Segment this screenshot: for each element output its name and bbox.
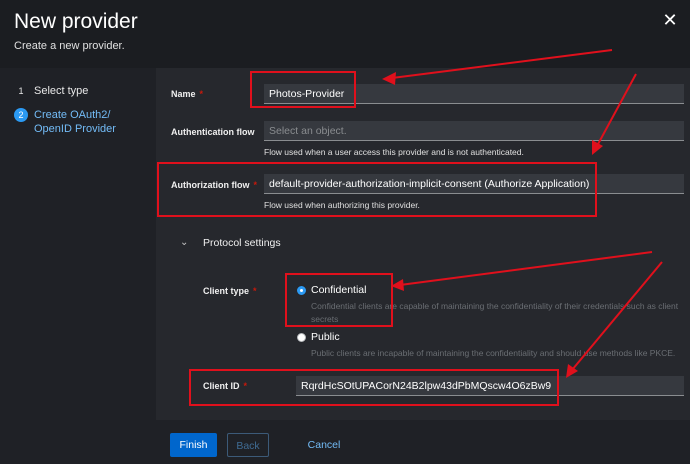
modal-header: New provider Create a new provider. ✕ <box>0 0 690 68</box>
client-type-confidential-radio[interactable] <box>297 286 306 295</box>
client-id-label: Client ID * <box>203 381 248 391</box>
client-type-confidential-description: Confidential clients are capable of main… <box>311 301 679 324</box>
authorization-flow-helper: Flow used when authorizing this provider… <box>264 200 420 210</box>
back-button[interactable]: Back <box>227 433 269 457</box>
authorization-flow-select[interactable]: default-provider-authorization-implicit-… <box>264 174 684 194</box>
name-input[interactable]: Photos-Provider <box>264 84 684 104</box>
finish-button[interactable]: Finish <box>170 433 217 457</box>
client-type-public-description: Public clients are incapable of maintain… <box>311 348 676 358</box>
authentication-flow-helper: Flow used when a user access this provid… <box>264 147 524 157</box>
close-icon[interactable]: ✕ <box>660 10 680 30</box>
authentication-flow-select[interactable]: Select an object. <box>264 121 684 141</box>
client-id-input[interactable]: RqrdHcSOtUPACorN24B2lpw43dPbMQscw4O6zBw9 <box>296 376 684 396</box>
wizard-step-create-provider[interactable]: 2 Create OAuth2/ OpenID Provider <box>14 108 124 136</box>
wizard-nav: 1 Select type 2 Create OAuth2/ OpenID Prov… <box>0 68 156 464</box>
step-number: 1 <box>18 86 24 96</box>
step-label: Create OAuth2/ OpenID Provider <box>34 109 116 135</box>
step-label: Select type <box>34 85 89 97</box>
authentication-flow-label: Authentication flow <box>171 127 255 137</box>
modal-title: New provider <box>14 10 138 33</box>
client-type-public-radio[interactable] <box>297 333 306 342</box>
cancel-button[interactable]: Cancel <box>300 433 348 457</box>
modal-subtitle: Create a new provider. <box>14 40 125 52</box>
authorization-flow-label: Authorization flow * <box>171 180 258 190</box>
chevron-down-icon[interactable]: ⌄ <box>180 237 188 248</box>
client-type-public-label[interactable]: Public <box>311 331 340 343</box>
name-label: Name * <box>171 89 204 99</box>
client-type-confidential-label[interactable]: Confidential <box>311 284 366 296</box>
step-number: 2 <box>14 108 28 122</box>
protocol-settings-toggle[interactable]: Protocol settings <box>203 237 281 249</box>
client-type-label: Client type * <box>203 286 257 296</box>
wizard-step-select-type[interactable]: 1 Select type <box>14 84 88 98</box>
